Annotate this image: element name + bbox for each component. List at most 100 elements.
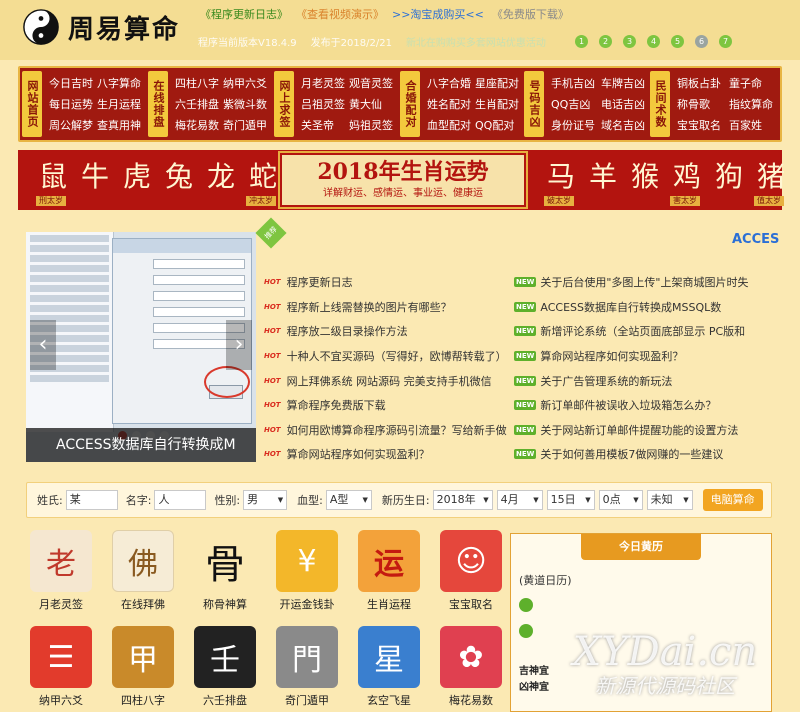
step-dot[interactable]: 4 (647, 35, 660, 48)
minute-select[interactable]: 未知 ▼ (646, 490, 693, 510)
nav-link[interactable]: 宝宝取名 (674, 115, 726, 136)
nav-link[interactable]: 妈祖灵签 (346, 115, 396, 136)
name-input[interactable]: 人 (154, 490, 207, 510)
step-dot[interactable]: 7 (719, 35, 732, 48)
news-item[interactable]: HOT 十种人不宜买源码（写得好，欧博帮转载了） (262, 344, 514, 369)
video-demo-link[interactable]: 《查看视频演示》 (296, 6, 384, 22)
chevron-right-icon[interactable]: › (226, 320, 252, 370)
tile-liuyao[interactable]: ☰ 纳甲六爻 (26, 626, 96, 708)
tile-meihua[interactable]: ✿ 梅花易数 (436, 626, 506, 708)
nav-link[interactable]: 姓名配对 (424, 93, 472, 114)
nav-link[interactable]: QQ吉凶 (548, 93, 598, 114)
promo-notice[interactable]: 新北在购购买多套网站优惠活动 (406, 34, 546, 49)
nav-link[interactable]: 生肖配对 (472, 93, 520, 114)
news-item[interactable]: NEW 新增评论系统（全站页面底部显示 PC版和 (514, 319, 766, 344)
nav-link[interactable]: 铜板占卦 (674, 72, 726, 93)
tile-shengxiao[interactable]: 运 生肖运程 (354, 530, 424, 612)
nav-link[interactable]: 紫微斗数 (220, 93, 270, 114)
nav-link[interactable]: 六壬排盘 (172, 93, 220, 114)
news-item[interactable]: HOT 程序新上线需替换的图片有哪些？ (262, 295, 514, 320)
nav-link[interactable]: 每日运势 (46, 93, 94, 114)
hour-select[interactable]: 0点 ▼ (598, 490, 643, 510)
tile-bazi[interactable]: 甲 四柱八字 (108, 626, 178, 708)
nav-link[interactable]: 百家姓 (726, 115, 774, 136)
nav-link[interactable]: 奇门遁甲 (220, 115, 270, 136)
news-item[interactable]: NEW ACCESS数据库自行转换成MSSQL数 (514, 295, 766, 320)
image-slider[interactable]: ‹ › ACCESS数据库自行转换成M (26, 232, 256, 462)
tile-jinqian[interactable]: ¥ 开运金钱卦 (272, 530, 342, 612)
nav-link[interactable]: 生月运程 (94, 93, 144, 114)
news-item[interactable]: NEW 新订单邮件被误收入垃圾箱怎么办？ (514, 393, 766, 418)
nav-link[interactable]: 查真用神 (94, 115, 144, 136)
zodiac-banner[interactable]: 鼠刑太岁 牛 虎 兔 龙 蛇冲太岁 2018年生肖运势 详解财运、感情运、事业运… (18, 150, 785, 210)
nav-link[interactable]: 月老灵签 (298, 72, 346, 93)
news-item[interactable]: NEW 关于后台使用"多图上传"上架商城图片时失 (514, 270, 766, 295)
step-dot[interactable]: 5 (671, 35, 684, 48)
chevron-left-icon[interactable]: ‹ (30, 320, 56, 370)
nav-head-paipan[interactable]: 在线排盘 (148, 71, 168, 137)
news-item[interactable]: HOT 网上拜佛系统 网站源码 完美支持手机微信 (262, 368, 514, 393)
nav-link[interactable]: 梅花易数 (172, 115, 220, 136)
tile-baifo[interactable]: 佛 在线拜佛 (108, 530, 178, 612)
news-item[interactable]: HOT 如何用欧博算命程序源码引流量？写给新手做 (262, 418, 514, 443)
surname-input[interactable]: 某 (65, 490, 118, 510)
tile-liuren[interactable]: 壬 六壬排盘 (190, 626, 260, 708)
news-item[interactable]: NEW 算命网站程序如何实现盈利？ (514, 344, 766, 369)
news-item[interactable]: NEW 关于如何善用模板7做网赚的一些建议 (514, 442, 766, 467)
nav-link[interactable]: 八字合婚 (424, 72, 472, 93)
nav-link[interactable]: 黄大仙 (346, 93, 396, 114)
tile-chenggu[interactable]: 骨 称骨神算 (190, 530, 260, 612)
update-log-link[interactable]: 《程序更新日志》 (200, 6, 288, 22)
fortune-submit-button[interactable]: 电脑算命 (702, 489, 763, 511)
news-item[interactable]: HOT 算命程序免费版下载 (262, 393, 514, 418)
news-item[interactable]: HOT 算命网站程序如何实现盈利？ (262, 442, 514, 467)
nav-link[interactable]: 观音灵签 (346, 72, 396, 93)
nav-link[interactable]: 手机吉凶 (548, 72, 598, 93)
gender-select[interactable]: 男 ▼ (243, 490, 288, 510)
nav-link[interactable]: 吕祖灵签 (298, 93, 346, 114)
nav-link[interactable]: 指纹算命 (726, 93, 774, 114)
nav-head-home[interactable]: 网站首页 (22, 71, 42, 137)
caret-down-icon: ▼ (277, 496, 284, 504)
nav-link[interactable]: 星座配对 (472, 72, 520, 93)
year-select[interactable]: 2018年 ▼ (432, 490, 493, 510)
nav-link[interactable]: 八字算命 (94, 72, 144, 93)
day-select[interactable]: 15日 ▼ (546, 490, 595, 510)
nav-link[interactable]: 电话吉凶 (598, 93, 646, 114)
nav-link[interactable]: 车牌吉凶 (598, 72, 646, 93)
month-select[interactable]: 4月 ▼ (496, 490, 543, 510)
nav-head-folk[interactable]: 民间术数 (650, 71, 670, 137)
nav-link[interactable]: 今日吉时 (46, 72, 94, 93)
nav-link[interactable]: 域名吉凶 (598, 115, 646, 136)
nav-link[interactable]: 身份证号 (548, 115, 598, 136)
nav-link[interactable]: 四柱八字 (172, 72, 220, 93)
tile-yuelao[interactable]: 老 月老灵签 (26, 530, 96, 612)
step-dot[interactable]: 3 (623, 35, 636, 48)
nav-link[interactable]: 纳甲六爻 (220, 72, 270, 93)
nav-link[interactable]: QQ配对 (472, 115, 520, 136)
slider-caption[interactable]: ACCESS数据库自行转换成M (26, 428, 256, 462)
nav-head-qiuqian[interactable]: 网上求签 (274, 71, 294, 137)
news-item[interactable]: HOT 程序放二级目录操作方法 (262, 319, 514, 344)
blood-select[interactable]: A型 ▼ (325, 490, 372, 510)
nav-link[interactable]: 周公解梦 (46, 115, 94, 136)
step-dot[interactable]: 2 (599, 35, 612, 48)
nav-head-marriage[interactable]: 合婚配对 (400, 71, 420, 137)
site-logo[interactable]: 周易算命 (22, 3, 180, 51)
nav-head-numbers[interactable]: 号码吉凶 (524, 71, 544, 137)
free-download-link[interactable]: 《免费版下载》 (492, 6, 569, 22)
news-item[interactable]: NEW 关于广告管理系统的新玩法 (514, 368, 766, 393)
nav-link[interactable]: 童子命 (726, 72, 774, 93)
news-marquee[interactable]: ACCES (732, 232, 779, 247)
step-dot[interactable]: 6 (695, 35, 708, 48)
step-dot[interactable]: 1 (575, 35, 588, 48)
nav-link[interactable]: 关圣帝 (298, 115, 346, 136)
tile-feixing[interactable]: 星 玄空飞星 (354, 626, 424, 708)
nav-link[interactable]: 血型配对 (424, 115, 472, 136)
tile-quming[interactable]: ☺ 宝宝取名 (436, 530, 506, 612)
news-item[interactable]: HOT 程序更新日志 (262, 270, 514, 295)
taobao-buy-link[interactable]: >>淘宝成购买<< (392, 6, 484, 22)
tile-qimen[interactable]: 門 奇门遁甲 (272, 626, 342, 708)
nav-link[interactable]: 称骨歌 (674, 93, 726, 114)
news-item[interactable]: NEW 关于网站新订单邮件提醒功能的设置方法 (514, 418, 766, 443)
